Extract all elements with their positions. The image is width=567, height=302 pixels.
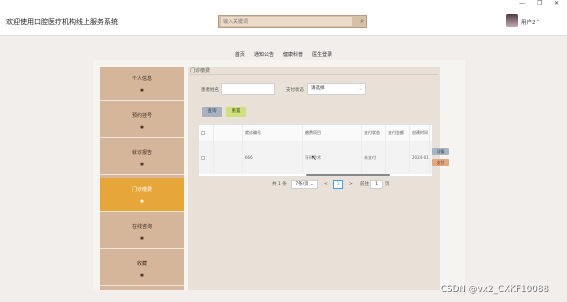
mouse-cursor-icon: ↖ — [311, 154, 317, 162]
select-all-checkbox[interactable] — [201, 131, 205, 135]
gear-icon: ✱ — [139, 236, 145, 242]
sidebar-item-payment[interactable]: 门诊缴费 ✱ — [100, 178, 184, 212]
main-panel — [188, 67, 440, 290]
table-cell-status: 未支付 — [362, 141, 386, 174]
gear-icon: ✱ — [139, 88, 145, 94]
table-cell-amount — [386, 141, 410, 174]
close-button[interactable]: ✕ — [554, 0, 559, 7]
column-header-amount: 支付金额 — [386, 125, 410, 141]
row-checkbox-cell[interactable] — [199, 141, 214, 174]
detail-button[interactable]: 详情 — [432, 148, 449, 155]
table-cell-index — [214, 141, 243, 174]
sidebar-item-label: 门诊缴费 — [131, 187, 152, 193]
sidebar-item-consult[interactable]: 在线咨询 ✱ — [100, 215, 184, 249]
next-page-button[interactable]: > — [349, 181, 353, 189]
patient-name-label: 患者姓名 — [201, 88, 219, 93]
row-checkbox[interactable] — [201, 156, 205, 160]
pagination-total: 共 1 条 — [272, 182, 287, 187]
top-nav: 首页 通知公告 健康科普 医生登录 — [0, 41, 567, 58]
gear-icon: ✱ — [139, 273, 145, 279]
pay-status-label: 支付状态 — [286, 88, 304, 93]
payment-table: 就诊编号 缴费项目 支付状态 支付金额 创建时间 操作 666 牙科手术 未支付… — [198, 124, 433, 177]
window-titlebar: — ❐ ✕ — [0, 0, 567, 8]
gear-icon: ✱ — [139, 199, 145, 205]
search-button[interactable]: 查询 — [202, 107, 222, 117]
goto-suffix: 页 — [385, 182, 390, 187]
sidebar-item-label: 收藏 — [136, 261, 147, 267]
sidebar-item-label: 在线咨询 — [131, 224, 152, 230]
sidebar-item-favorites[interactable]: 收藏 ✱ — [100, 252, 184, 286]
page-size-value: 7条/页 — [295, 182, 309, 187]
chevron-down-icon: ⌄ — [358, 86, 362, 91]
breadcrumb: 门诊缴费 — [190, 68, 211, 74]
goto-label: 前往 — [360, 182, 369, 187]
search-input[interactable] — [221, 17, 352, 26]
sidebar-item-report[interactable]: 就诊报告 ✱ — [100, 141, 184, 175]
table-cell-created: 2024-01 — [410, 141, 430, 174]
table-cell-actions — [430, 141, 432, 174]
restore-button[interactable]: ❐ — [537, 0, 542, 7]
gear-icon: ✱ — [139, 125, 145, 131]
column-header-item: 缴费项目 — [303, 125, 362, 141]
user-name[interactable]: 用户2 — [521, 18, 536, 26]
site-header: 欢迎使用口腔医疗机构线上服务系统 ⌕ 用户2 ⌄ — [0, 8, 567, 36]
sidebar-item-appointment[interactable]: 预约挂号 ✱ — [100, 104, 184, 138]
column-header-actions: 操作 — [430, 125, 432, 141]
pay-status-select[interactable]: 请选择 ⌄ — [307, 83, 366, 95]
nav-item-health[interactable]: 健康科普 — [283, 51, 303, 58]
sidebar-item-label: 就诊报告 — [131, 150, 152, 156]
pay-button[interactable]: 支付 — [432, 159, 449, 166]
site-title: 欢迎使用口腔医疗机构线上服务系统 — [6, 18, 118, 26]
chevron-down-icon[interactable]: ⌄ — [536, 17, 540, 23]
minimize-button[interactable]: — — [519, 0, 525, 7]
sidebar-item-label: 预约挂号 — [131, 113, 152, 119]
avatar[interactable] — [506, 14, 518, 27]
pay-status-value: 请选择 — [311, 86, 325, 91]
sidebar-item-profile[interactable]: 个人信息 ✱ — [100, 67, 184, 101]
select-all-header[interactable] — [199, 125, 214, 141]
goto-page-input[interactable]: 1 — [370, 180, 383, 189]
gear-icon: ✱ — [139, 162, 145, 168]
watermark: CSDN @vx2_CXKF10088 — [440, 284, 549, 294]
page-number-current[interactable]: 1 — [333, 180, 343, 189]
table-cell-visit-no: 666 — [243, 141, 303, 174]
sidebar-item-label: 个人信息 — [131, 76, 152, 82]
sidebar: 个人信息 ✱ 预约挂号 ✱ 就诊报告 ✱ 门诊缴费 ✱ 在线咨询 ✱ 收藏 ✱ — [100, 67, 184, 290]
index-header — [214, 125, 243, 141]
nav-item-doctor-login[interactable]: 医生登录 — [312, 51, 332, 58]
prev-page-button[interactable]: < — [324, 181, 328, 189]
reset-button[interactable]: 重置 — [226, 107, 246, 117]
page-size-select[interactable]: 7条/页 ⌄ — [291, 180, 318, 189]
nav-item-home[interactable]: 首页 — [235, 51, 245, 58]
nav-item-notices[interactable]: 通知公告 — [254, 51, 274, 58]
divider — [190, 74, 438, 75]
search-box: ⌕ — [218, 15, 367, 28]
column-header-visit-no: 就诊编号 — [243, 125, 303, 141]
column-header-created: 创建时间 — [410, 125, 430, 141]
patient-name-input[interactable] — [221, 83, 275, 95]
search-icon[interactable]: ⌕ — [360, 18, 364, 25]
table-scrollbar[interactable] — [306, 174, 390, 176]
column-header-status: 支付状态 — [362, 125, 386, 141]
